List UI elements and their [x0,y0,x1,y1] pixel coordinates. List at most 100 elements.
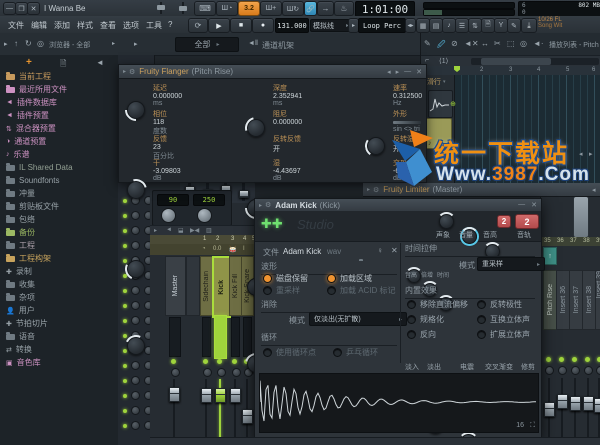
track-pan-knob[interactable] [545,366,554,375]
limiter-lcd-2[interactable]: 250 [193,194,225,206]
step-edit-toggle[interactable]: → [317,1,334,16]
fader-handle[interactable] [544,402,555,417]
mute-led[interactable] [572,357,577,362]
pan-knob[interactable] [131,421,140,430]
track-pan-knob[interactable] [171,368,180,377]
track-number[interactable]: 38 [583,238,590,244]
menu-options[interactable]: 选项 [123,20,139,31]
track-pan-knob[interactable] [571,366,580,375]
browser-item-mixer-presets[interactable]: ⇅ 混合器预置 [6,122,116,135]
mute-led[interactable] [585,357,590,362]
select-tool-icon[interactable]: ⬚ [507,39,515,48]
fader-handle[interactable] [201,388,212,403]
channel-enable-led[interactable] [123,288,127,293]
mixer-strip-insert[interactable]: Insert 39 [595,270,600,330]
track-number[interactable]: 2 [216,236,219,242]
refresh-icon[interactable]: ↻ [25,39,32,48]
playlist-grid[interactable] [454,75,600,190]
clear-sample-icon[interactable]: ✕ [391,246,398,255]
load-regions-option[interactable]: 加载区域 [327,273,372,284]
main-pitch-slider[interactable] [174,2,192,14]
limiter-lcd-1[interactable]: 90 [157,194,189,206]
channel-enable-led[interactable] [123,333,127,338]
rate-knob[interactable] [367,137,385,155]
mixer-strip-master[interactable]: Master [165,256,186,316]
snap-selector[interactable]: 模拟线▸ [310,19,352,32]
mute-led[interactable] [171,359,176,364]
mute-led[interactable] [217,359,222,364]
track-pan-knob[interactable] [203,368,212,377]
delay-knob[interactable] [127,101,145,119]
fader-handle-kick[interactable] [215,388,226,403]
browser-item-recorded[interactable]: ✚ 录制 [6,265,116,278]
menu-file[interactable]: 文件 [8,20,24,31]
browser-item-impulses[interactable]: 冲量 [6,187,116,200]
keep-on-disk-option[interactable]: 磁盘保留 [263,273,308,284]
pattern-clip-source[interactable]: ♪ ⊕ [425,118,454,152]
track-number[interactable]: 1 [203,236,206,242]
mute-led[interactable] [546,357,551,362]
mute-led[interactable] [203,359,208,364]
playback-tool-icon[interactable]: ◄· [533,39,544,48]
reverse-option[interactable]: 反向 [407,329,436,340]
mixer-strip-insert[interactable]: Insert 36 [556,270,570,330]
remove-dc-option[interactable]: 移除直流偏移 [407,299,468,310]
menu-add[interactable]: 添加 [54,20,70,31]
browser-item-clipboard-files[interactable]: 剪贴板文件 [6,200,116,213]
preset-prev-icon[interactable]: ◂ [592,186,596,194]
channel-enable-led[interactable] [123,303,127,308]
touch-controller-button[interactable]: ✎ [507,18,521,33]
fader-handle-master[interactable] [169,387,180,402]
pattern-next-button[interactable]: ◂▸ [405,18,416,33]
forward-icon[interactable]: ▸ [4,40,8,48]
browser-item-recent-files[interactable]: 最近所用文件 [6,83,116,96]
track-pan-knob[interactable] [232,368,241,377]
download-packs-button[interactable]: ⤓ [521,18,537,33]
shape-slider[interactable] [393,121,421,124]
browser-item-current-project[interactable]: 当前工程 [6,70,116,83]
dry-knob[interactable] [127,337,145,355]
browser-add-icon[interactable]: + [26,57,32,68]
countdown-toggle[interactable]: Ш◔ [216,1,238,16]
device-knob[interactable] [197,208,212,223]
main-volume-slider[interactable] [152,2,170,14]
ping-pong-loop-option[interactable]: 乒乓循环 [333,347,378,358]
add-instance-icon[interactable]: ⊕ [448,144,454,152]
playback-position-bar[interactable] [423,2,515,9]
cpu-meter-bar[interactable] [423,9,515,16]
mixer-strip-pitch-rise[interactable]: Pitch Rise [543,270,557,330]
channel-enable-led[interactable] [123,408,127,413]
fader-handle[interactable] [557,394,568,409]
detach-icon[interactable]: ▸ [123,68,126,75]
channel-enable-led[interactable] [123,378,127,383]
mixer-strip-insert[interactable]: Insert 38 [582,270,596,330]
track-number[interactable]: 36 [557,238,564,244]
browser-item-speech[interactable]: 语音 [6,330,116,343]
loop-recording-toggle[interactable]: Ш↻ [282,1,304,16]
rack-detach-icon[interactable]: ▸ [134,40,138,48]
slider-handle[interactable] [239,190,249,198]
browser-item-envelopes[interactable]: 包络 [6,213,116,226]
slice-tool-icon[interactable]: ✂ [494,39,501,48]
track-pan-knob[interactable] [558,366,567,375]
reverse-polarity-option[interactable]: 反转极性 [477,299,522,310]
pencil-tool-icon[interactable]: ✎ [424,39,431,48]
pattern-selector[interactable]: Loop Perc [358,18,406,33]
browser-item-plugin-presets[interactable]: ◄ 插件预置 [6,109,116,122]
tempo-display[interactable]: 131.000 [275,18,309,33]
piano-roll-window-button[interactable]: ▤ [429,18,443,33]
preset-next-icon[interactable]: ▸ [396,68,400,76]
browser-item-plugin-database[interactable]: ◄ 插件数据库 [6,96,116,109]
slip-tool-icon[interactable]: ↔ [481,39,489,48]
track-number[interactable]: 39 [596,238,600,244]
metronome-toggle[interactable]: 3.2 [238,1,260,16]
mute-tool-icon[interactable]: ◄✕ [464,39,479,48]
browser-item-project-bones[interactable]: 工程构架 [6,252,116,265]
playlist-scroll-left-icon[interactable]: ◂ [579,150,583,158]
mixer-strip-insert[interactable]: Insert 37 [569,270,583,330]
typing-keyboard-toggle[interactable]: ⌨ [194,1,216,16]
mute-led[interactable] [559,357,564,362]
browser-header-label[interactable]: 浏览器 - 全部 [49,40,90,50]
pan-knob[interactable] [131,406,140,415]
record-button[interactable]: ● [252,18,274,33]
